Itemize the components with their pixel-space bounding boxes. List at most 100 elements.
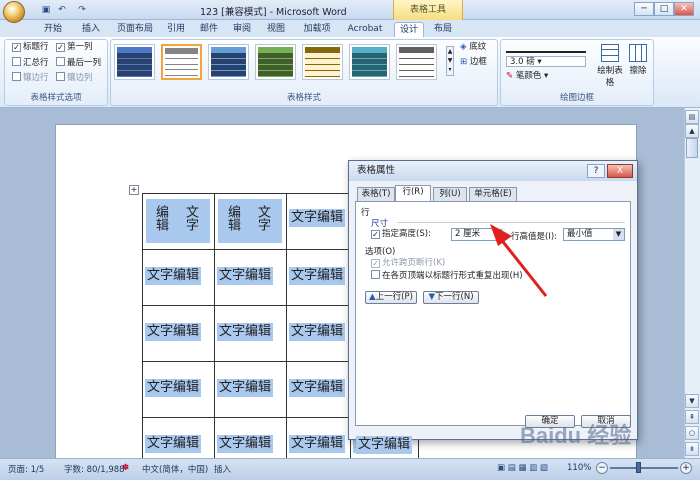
banded-columns-checkbox[interactable]: 镶边列 [56, 72, 93, 83]
style-preview [211, 47, 246, 77]
tab-design[interactable]: 设计 [394, 22, 424, 37]
next-page-button[interactable]: ⇟ [685, 442, 699, 456]
prev-page-button[interactable]: ⇞ [685, 410, 699, 424]
draw-table-button[interactable]: 绘制表格 [594, 44, 626, 88]
group-label: 表格样式选项 [30, 93, 82, 103]
options-label: 选项(O) [365, 247, 396, 257]
table-style-thumbnail[interactable] [349, 44, 390, 80]
last-column-checkbox[interactable]: 最后一列 [56, 57, 101, 68]
checkbox-box [56, 57, 65, 66]
specify-height-label: 指定高度(S): [382, 229, 431, 239]
style-preview [352, 47, 387, 77]
page-indicator[interactable]: 页面: 1/5 [8, 463, 44, 475]
undo-icon[interactable]: ↶ [56, 4, 68, 16]
checkbox-box [371, 270, 380, 279]
pen-style-dropdown[interactable] [506, 43, 586, 53]
total-row-checkbox[interactable]: 汇总行 [12, 57, 49, 68]
zoom-in-button[interactable]: + [680, 462, 692, 474]
header-row-checkbox[interactable]: ✓ 标题行 [12, 42, 49, 53]
watermark: Baidu 经验 [520, 423, 632, 448]
zoom-level[interactable]: 110% [567, 463, 591, 473]
checkbox-label: 镶边行 [23, 73, 49, 83]
pen-weight-dropdown[interactable]: 3.0 磅 ▾ [506, 56, 586, 67]
draw-table-icon [601, 44, 619, 62]
proofing-icon[interactable]: ✽ [122, 463, 129, 473]
allow-break-checkbox[interactable]: ✓ 允许跨页断行(K) [371, 258, 445, 269]
scroll-down-button[interactable]: ▼ [685, 394, 699, 408]
cell-text: 文字编辑 [217, 267, 274, 285]
banded-rows-checkbox[interactable]: 镶边行 [12, 72, 49, 83]
checkbox-box [12, 72, 21, 81]
eraser-label: 擦除 [629, 66, 647, 76]
tab-table[interactable]: 表格(T) [357, 187, 395, 201]
help-button[interactable]: ? [587, 164, 605, 178]
tab-layout[interactable]: 布局 [428, 22, 458, 37]
first-column-checkbox[interactable]: ✓ 第一列 [56, 42, 93, 53]
style-gallery-scroll[interactable]: ▲ ▼ ▾ [446, 46, 454, 76]
cell-text: 文字编辑 [289, 323, 346, 341]
word-count[interactable]: 字数: 80/1,988 [64, 463, 125, 475]
table-style-thumbnail[interactable] [302, 44, 343, 80]
dialog-close-button[interactable]: X [607, 164, 633, 178]
checkbox-box: ✓ [12, 43, 21, 52]
tab-row[interactable]: 行(R) [395, 185, 431, 202]
tab-home[interactable]: 开始 [34, 22, 72, 37]
save-icon[interactable]: ▣ [40, 4, 52, 16]
table-style-thumbnail[interactable] [114, 44, 155, 80]
checkbox-label: 标题行 [23, 42, 49, 52]
tab-mailings[interactable]: 邮件 [195, 22, 223, 37]
scroll-up-button[interactable]: ▲ [685, 124, 699, 138]
checkbox-label: 第一列 [67, 42, 93, 52]
cell-text: 文字编辑 [217, 435, 274, 453]
maximize-button[interactable]: □ [654, 2, 674, 16]
language-indicator[interactable]: 中文(简体，中国) [142, 463, 208, 475]
size-label: 尺寸 [371, 219, 389, 229]
tab-references[interactable]: 引用 [162, 22, 190, 37]
shading-button[interactable]: ◈ 底纹 [460, 42, 486, 53]
pen-color-button[interactable]: ✎ 笔颜色 ▾ [506, 71, 548, 82]
browse-object-button[interactable]: ○ [685, 426, 699, 440]
scroll-thumb[interactable] [686, 138, 698, 158]
table-tools-context-label: 表格工具 [393, 0, 463, 20]
insert-mode[interactable]: 插入 [214, 463, 231, 475]
minimize-button[interactable]: ─ [634, 2, 654, 16]
zoom-slider-thumb[interactable] [636, 462, 641, 473]
tab-page-layout[interactable]: 页面布局 [110, 22, 160, 37]
group-label: 绘图边框 [559, 93, 594, 103]
cell-text: 文字编辑 [145, 323, 202, 341]
table-style-thumbnail[interactable] [255, 44, 296, 80]
zoom-slider-track[interactable] [610, 467, 678, 469]
cell-text: 文字编辑 [145, 267, 202, 285]
row-height-mode-select[interactable]: 最小值 ▼ [563, 228, 625, 241]
table-style-thumbnail[interactable] [396, 44, 437, 80]
borders-button[interactable]: ⊞ 边框 [460, 57, 487, 68]
close-button[interactable]: ✕ [674, 2, 694, 16]
eraser-button[interactable]: 擦除 [626, 44, 650, 76]
tab-insert[interactable]: 插入 [76, 22, 106, 37]
checkbox-label: 汇总行 [23, 58, 49, 68]
checkbox-label: 镶边列 [67, 73, 93, 83]
cell-text: 文字编辑 [145, 435, 202, 453]
table-style-thumbnail[interactable] [161, 44, 202, 80]
checkbox-box [56, 72, 65, 81]
redo-icon[interactable]: ↷ [76, 4, 88, 16]
view-buttons[interactable]: ▣ ▤ ▦ ▥ ▧ [497, 463, 548, 473]
table-style-thumbnail[interactable] [208, 44, 249, 80]
tab-column[interactable]: 列(U) [433, 187, 467, 201]
tab-acrobat[interactable]: Acrobat [343, 22, 387, 37]
tab-view[interactable]: 视图 [262, 22, 290, 37]
ruler-toggle-icon[interactable]: ▤ [685, 110, 699, 124]
zoom-out-button[interactable]: − [596, 462, 608, 474]
specify-height-checkbox[interactable]: ✓ 指定高度(S): [371, 229, 431, 240]
tab-addins[interactable]: 加载项 [297, 22, 337, 37]
table-move-handle[interactable]: + [129, 185, 139, 195]
office-button[interactable] [3, 1, 25, 23]
pen-color-label: 笔颜色 [515, 71, 542, 81]
tab-review[interactable]: 审阅 [228, 22, 256, 37]
vertical-scrollbar[interactable]: ▤ ▲ ▼ ⇞ ○ ⇟ [684, 108, 700, 458]
cell-text: 文字编辑 [289, 379, 346, 397]
style-preview [117, 47, 152, 77]
previous-row-button[interactable]: ▲上一行(P) [365, 291, 417, 304]
tab-cell[interactable]: 单元格(E) [469, 187, 517, 201]
cell-text: 文字编辑 [289, 267, 346, 285]
